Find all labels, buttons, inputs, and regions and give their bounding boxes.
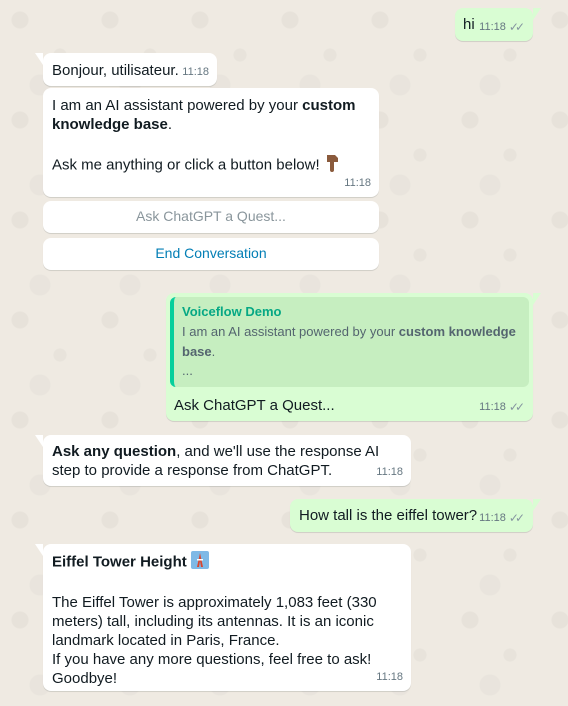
- message-text: How tall is the eiffel tower?: [299, 507, 478, 524]
- incoming-message: Bonjour, utilisateur. 11:18: [35, 53, 217, 86]
- quote-author: Voiceflow Demo: [182, 304, 282, 319]
- message-text: Bonjour, utilisateur.: [52, 62, 179, 79]
- double-check-icon: ✓✓: [508, 20, 525, 34]
- ask-chatgpt-button[interactable]: Ask ChatGPT a Quest...: [43, 201, 379, 233]
- message-meta: 11:18 ✓✓: [479, 509, 525, 528]
- message-text: I am an AI assistant powered by your cus…: [52, 97, 356, 133]
- message-time: 11:18: [182, 66, 209, 78]
- message-meta: 11:18: [376, 463, 403, 482]
- message-time: 11:18: [344, 177, 371, 189]
- message-meta: 11:18: [376, 668, 403, 687]
- double-check-icon: ✓✓: [508, 400, 525, 414]
- message-time: 11:18: [376, 466, 403, 478]
- outgoing-message: hi 11:18 ✓✓: [455, 8, 541, 41]
- message-time: 11:18: [376, 671, 403, 683]
- double-check-icon: ✓✓: [508, 511, 525, 525]
- incoming-message: Ask any question, and we'll use the resp…: [35, 435, 411, 486]
- message-time: 11:18: [479, 401, 506, 413]
- outgoing-message: How tall is the eiffel tower? 11:18 ✓✓: [290, 499, 541, 532]
- quote-text: I am an AI assistant powered by your cus…: [182, 324, 516, 359]
- pointing-down-hand-icon: [324, 153, 342, 178]
- message-meta: 11:18: [344, 174, 371, 193]
- message-time: 11:18: [479, 21, 506, 33]
- message-text: Ask ChatGPT a Quest...: [174, 397, 335, 414]
- tokyo-tower-icon: [190, 551, 209, 574]
- message-title: Eiffel Tower Height: [52, 551, 401, 574]
- incoming-message: I am an AI assistant powered by your cus…: [43, 88, 379, 197]
- message-meta: 11:18 ✓✓: [479, 398, 525, 417]
- message-text: Ask me anything or click a button below!: [52, 153, 369, 178]
- quoted-message[interactable]: Voiceflow Demo I am an AI assistant powe…: [170, 297, 529, 387]
- message-time: 11:18: [479, 512, 506, 524]
- outgoing-reply-message: Voiceflow Demo I am an AI assistant powe…: [166, 293, 541, 421]
- message-meta: 11:18: [182, 63, 209, 82]
- incoming-message: Eiffel Tower Height The Eiffel Tower is …: [35, 544, 411, 691]
- message-meta: 11:18 ✓✓: [479, 18, 525, 37]
- end-conversation-button[interactable]: End Conversation: [43, 238, 379, 270]
- message-text: hi: [463, 16, 475, 33]
- message-text: The Eiffel Tower is approximately 1,083 …: [52, 594, 377, 649]
- quote-ellipsis: ...: [182, 363, 193, 378]
- message-text: Ask any question, and we'll use the resp…: [52, 443, 380, 479]
- message-text: If you have any more questions, feel fre…: [52, 651, 372, 687]
